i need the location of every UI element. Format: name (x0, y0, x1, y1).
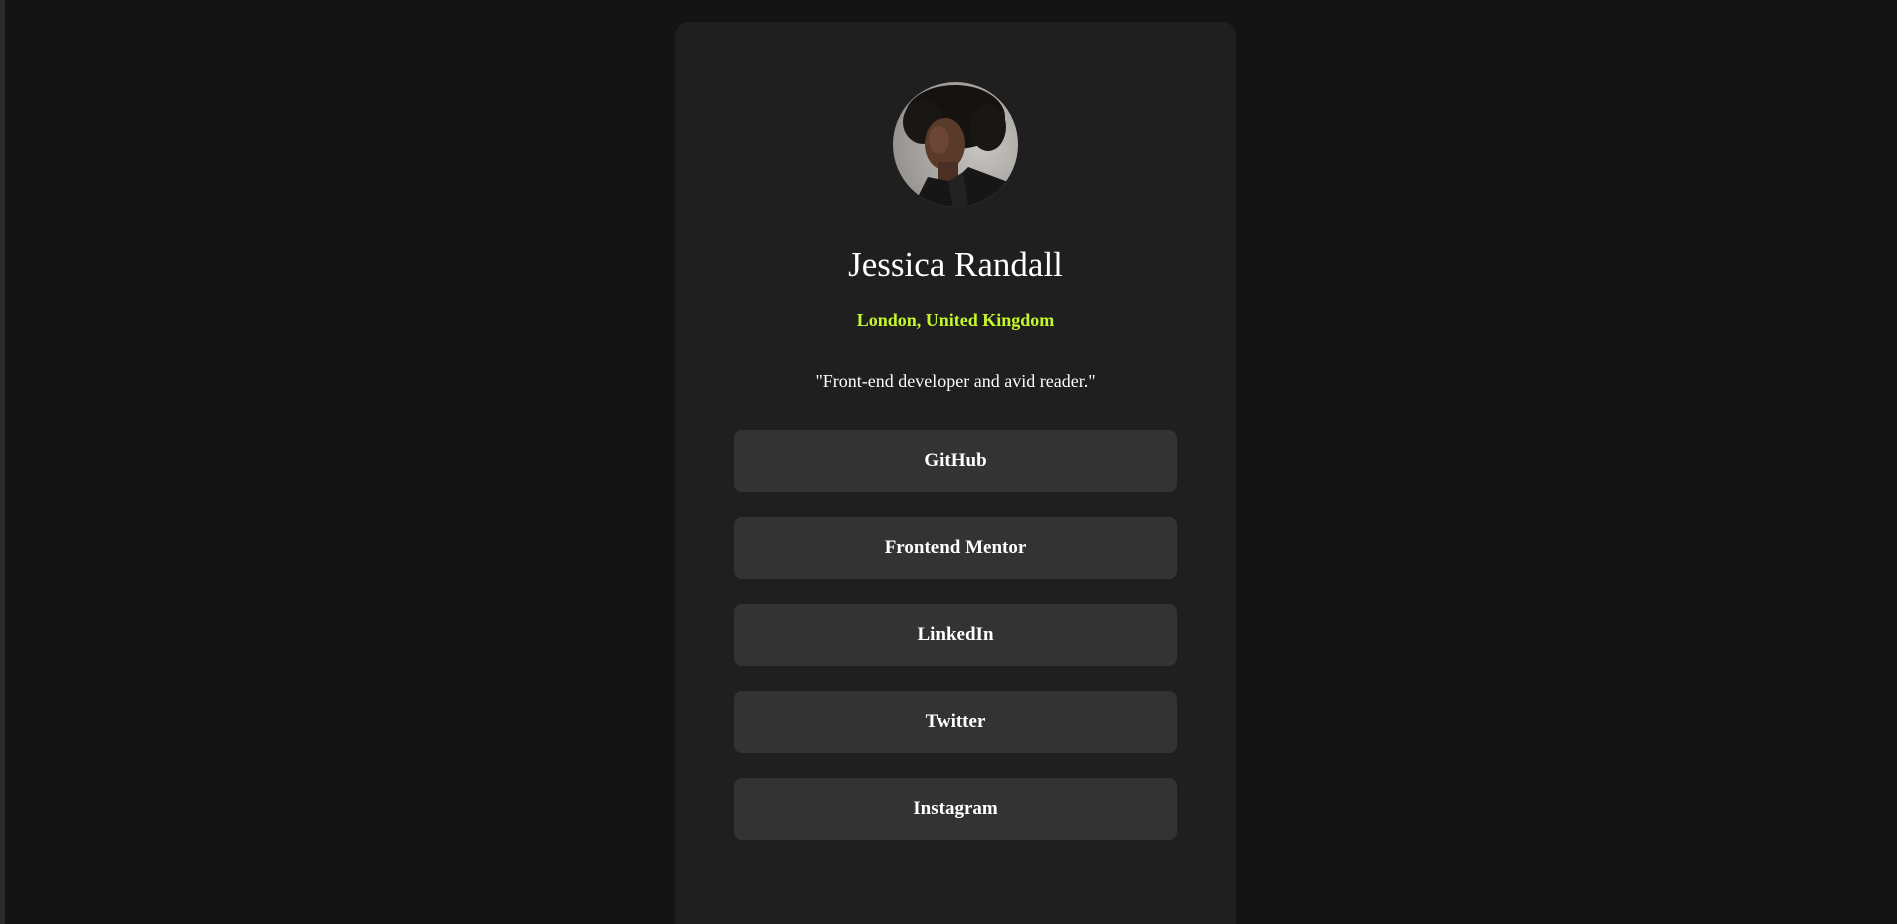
profile-name: Jessica Randall (848, 245, 1063, 284)
social-links: GitHub Frontend Mentor LinkedIn Twitter … (734, 430, 1177, 865)
avatar-photo (893, 82, 1018, 207)
frontend-mentor-link-button[interactable]: Frontend Mentor (734, 517, 1177, 579)
github-link-button[interactable]: GitHub (734, 430, 1177, 492)
linkedin-link-button[interactable]: LinkedIn (734, 604, 1177, 666)
page-background: Jessica Randall London, United Kingdom "… (5, 0, 1897, 924)
twitter-link-button[interactable]: Twitter (734, 691, 1177, 753)
instagram-link-button[interactable]: Instagram (734, 778, 1177, 840)
profile-location: London, United Kingdom (856, 310, 1055, 330)
profile-card: Jessica Randall London, United Kingdom "… (675, 22, 1236, 924)
avatar (893, 82, 1018, 207)
profile-bio: "Front-end developer and avid reader." (815, 371, 1096, 391)
